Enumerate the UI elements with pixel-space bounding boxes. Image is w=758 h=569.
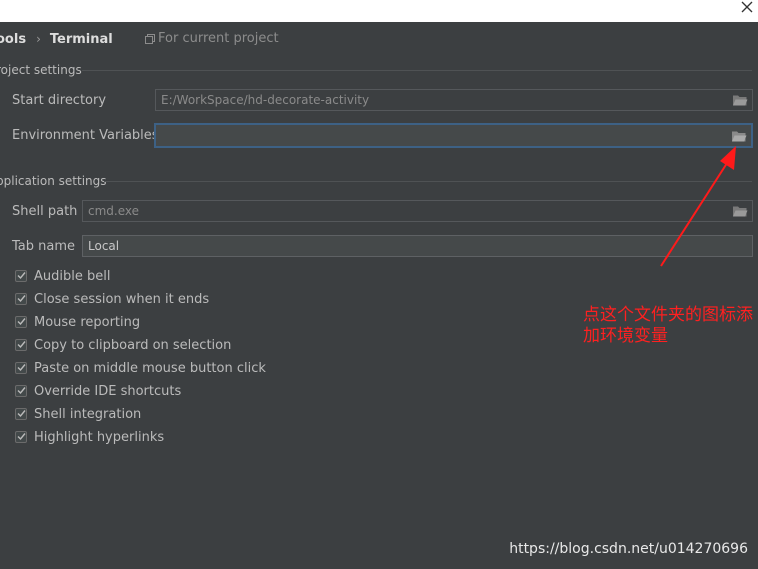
option-checkbox-row[interactable]: Override IDE shortcuts <box>15 382 181 400</box>
checkbox[interactable] <box>15 385 27 397</box>
tab-name-label: Tab name <box>12 239 76 254</box>
checkmark-icon <box>17 433 26 441</box>
option-checkbox-row[interactable]: Mouse reporting <box>15 313 140 331</box>
watermark: https://blog.csdn.net/u014270696 <box>509 541 748 557</box>
checkbox[interactable] <box>15 408 27 420</box>
breadcrumb: ools › Terminal <box>0 30 113 48</box>
breadcrumb-parent[interactable]: ools <box>0 32 26 47</box>
checkbox[interactable] <box>15 339 27 351</box>
option-label: Override IDE shortcuts <box>34 383 182 399</box>
option-checkbox-row[interactable]: Audible bell <box>15 267 110 285</box>
checkmark-icon <box>17 410 26 418</box>
folder-icon[interactable] <box>732 93 748 107</box>
checkmark-icon <box>17 272 26 280</box>
option-label: Audible bell <box>34 268 111 284</box>
start-directory-value: E:/WorkSpace/hd-decorate-activity <box>161 93 370 107</box>
option-checkbox-row[interactable]: Shell integration <box>15 405 141 423</box>
breadcrumb-chevron-icon: › <box>36 32 41 46</box>
application-settings-divider <box>104 181 752 182</box>
tab-name-value: Local <box>88 239 120 253</box>
option-label: Copy to clipboard on selection <box>34 337 232 353</box>
close-icon[interactable] <box>738 0 756 16</box>
shell-path-field[interactable]: cmd.exe <box>82 200 753 222</box>
environment-variables-label: Environment Variables <box>12 128 159 143</box>
shell-path-label: Shell path <box>12 204 78 219</box>
dialog-title-bar <box>0 0 758 22</box>
shell-path-value: cmd.exe <box>88 204 140 218</box>
option-checkbox-row[interactable]: Highlight hyperlinks <box>15 428 164 446</box>
checkmark-icon <box>17 364 26 372</box>
checkbox[interactable] <box>15 270 27 282</box>
shell-path-folder-icon[interactable] <box>732 204 748 218</box>
tab-name-field[interactable]: Local <box>82 235 753 257</box>
breadcrumb-current: Terminal <box>49 31 113 47</box>
option-label: Close session when it ends <box>34 291 210 307</box>
checkbox[interactable] <box>15 293 27 305</box>
annotation-arrow <box>660 146 736 267</box>
checkmark-icon <box>17 387 26 395</box>
scope-indicator: For current project <box>145 31 279 46</box>
project-settings-title: roject settings <box>0 63 82 77</box>
checkmark-icon <box>17 341 26 349</box>
scope-label: For current project <box>158 31 279 46</box>
option-checkbox-row[interactable]: Copy to clipboard on selection <box>15 336 231 354</box>
project-settings-divider <box>82 70 752 71</box>
option-checkbox-row[interactable]: Paste on middle mouse button click <box>15 359 266 377</box>
checkbox[interactable] <box>15 362 27 374</box>
checkbox[interactable] <box>15 431 27 443</box>
checkmark-icon <box>17 295 26 303</box>
start-directory-label: Start directory <box>12 93 107 108</box>
option-label: Paste on middle mouse button click <box>34 360 266 376</box>
annotation-note: 点这个文件夹的图标添加环境变量 <box>583 305 753 346</box>
checkbox[interactable] <box>15 316 27 328</box>
option-label: Shell integration <box>34 406 142 422</box>
application-settings-title: pplication settings <box>0 174 107 188</box>
start-directory-field[interactable]: E:/WorkSpace/hd-decorate-activity <box>155 89 753 111</box>
checkmark-icon <box>17 318 26 326</box>
option-label: Mouse reporting <box>34 314 141 330</box>
option-checkbox-row[interactable]: Close session when it ends <box>15 290 209 308</box>
option-label: Highlight hyperlinks <box>34 429 165 445</box>
copy-icon <box>145 33 155 44</box>
environment-variables-field[interactable] <box>154 123 753 148</box>
environment-variables-folder-icon[interactable] <box>731 129 747 143</box>
